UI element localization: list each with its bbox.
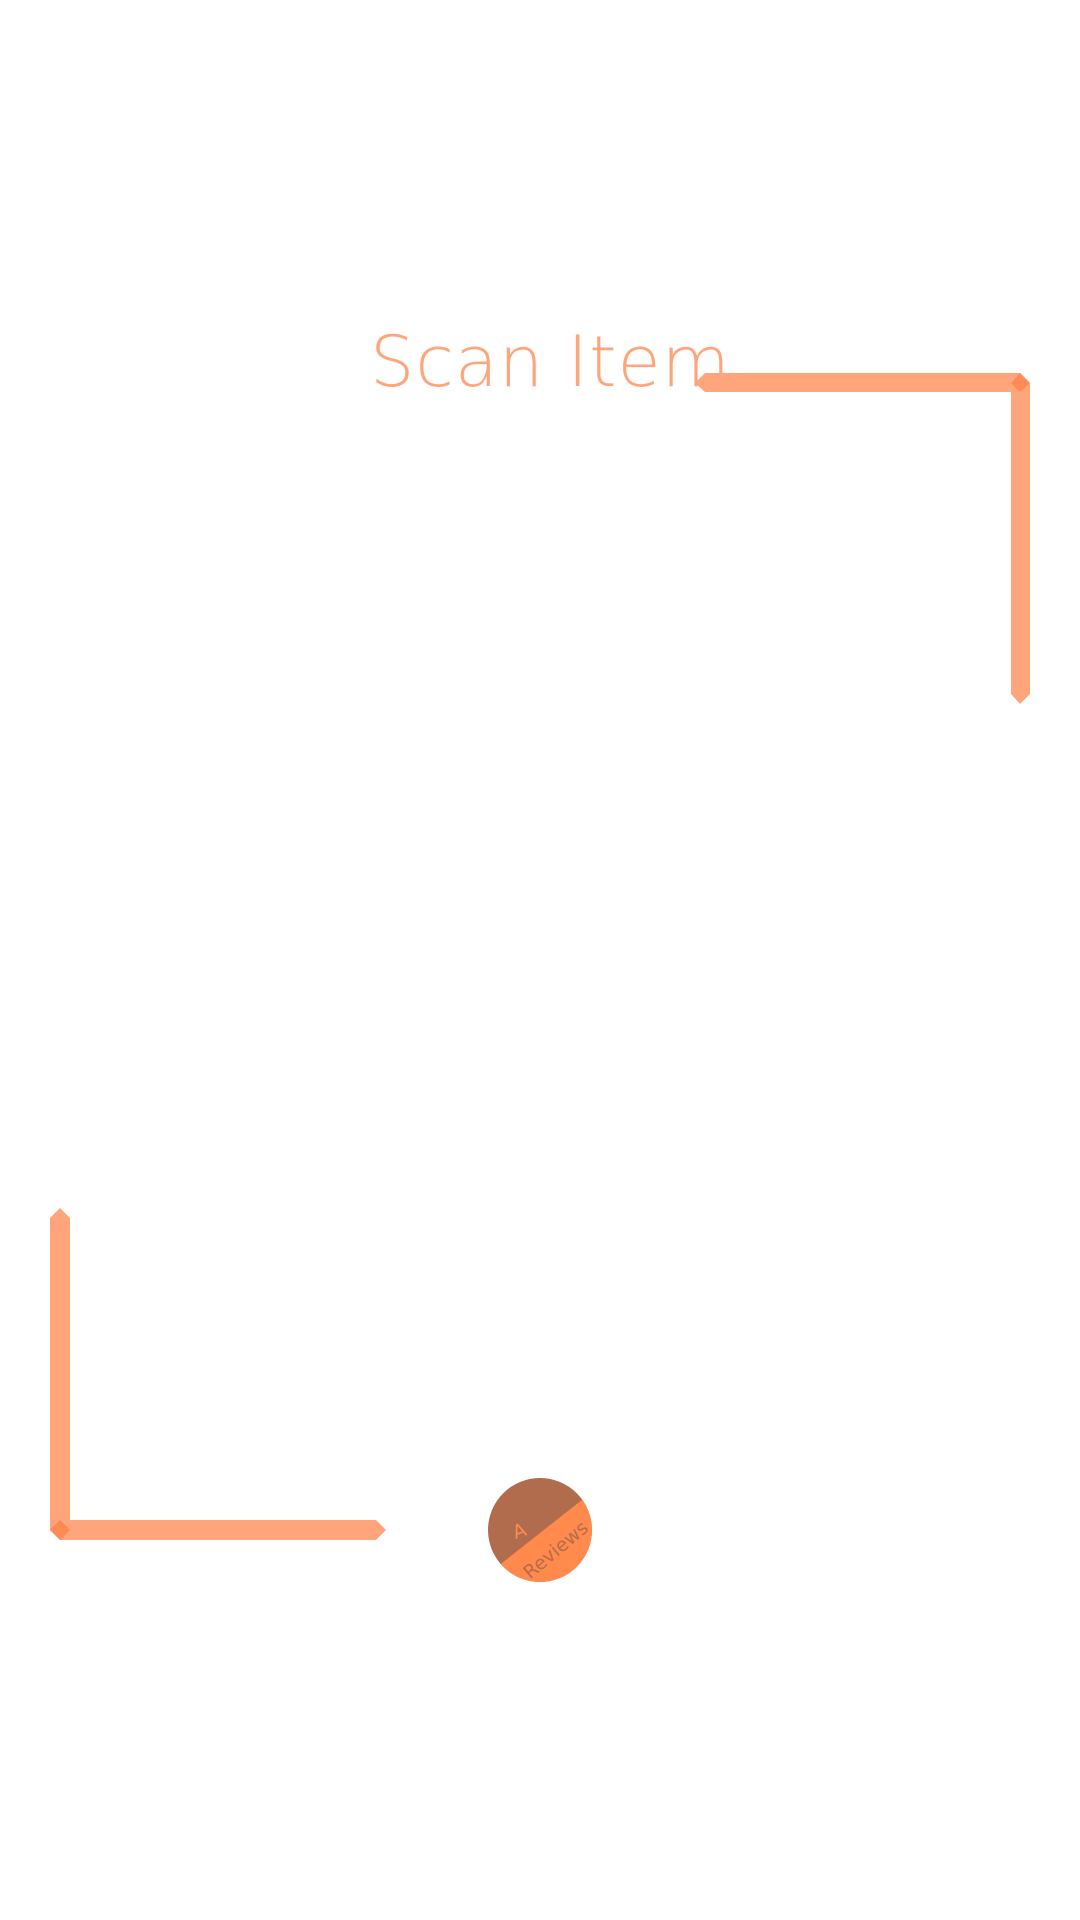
scan-frame-top-right-corner <box>695 373 1030 704</box>
top-right-horizontal-bar <box>695 373 1030 392</box>
top-right-vertical-bar <box>1011 383 1030 704</box>
scan-frame <box>50 373 1030 1540</box>
scan-frame-bottom-left-corner <box>50 1208 386 1540</box>
reviews-badge-logo: A Reviews <box>488 1478 592 1582</box>
bottom-left-horizontal-bar <box>50 1520 386 1540</box>
bottom-left-vertical-bar <box>50 1208 70 1530</box>
